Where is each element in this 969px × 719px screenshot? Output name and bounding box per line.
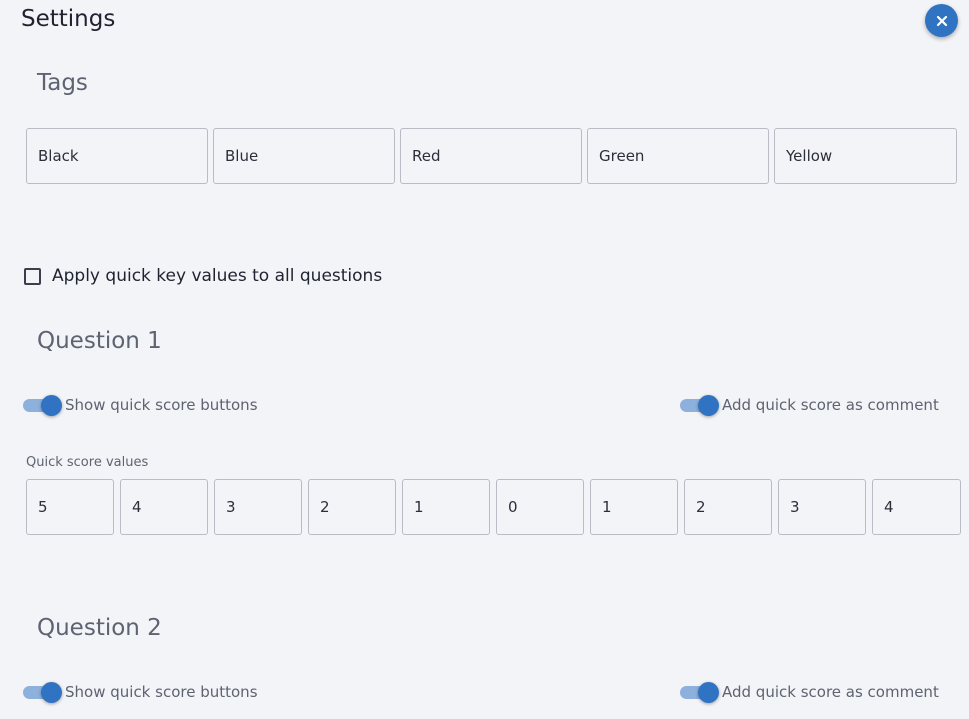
q2-show-buttons-toggle[interactable] <box>23 681 62 703</box>
tag-input-row <box>26 128 957 184</box>
q2-show-buttons-label: Show quick score buttons <box>65 683 258 701</box>
tag-input-2[interactable] <box>213 128 395 184</box>
score-input-4[interactable] <box>308 479 396 535</box>
question-1-heading: Question 1 <box>37 328 162 354</box>
q2-show-buttons-toggle-row[interactable]: Show quick score buttons <box>23 681 258 703</box>
toggle-knob <box>698 682 719 703</box>
page-title: Settings <box>21 6 116 32</box>
score-input-10[interactable] <box>872 479 961 535</box>
q2-add-comment-toggle-row[interactable]: Add quick score as comment <box>680 681 939 703</box>
q1-add-comment-toggle[interactable] <box>680 394 719 416</box>
q2-add-comment-label: Add quick score as comment <box>722 683 939 701</box>
q1-add-comment-toggle-row[interactable]: Add quick score as comment <box>680 394 939 416</box>
tag-input-1[interactable] <box>26 128 208 184</box>
tag-input-3[interactable] <box>400 128 582 184</box>
toggle-knob <box>41 682 62 703</box>
close-icon <box>936 15 947 26</box>
score-input-8[interactable] <box>684 479 772 535</box>
apply-all-label: Apply quick key values to all questions <box>52 266 383 286</box>
score-input-1[interactable] <box>26 479 114 535</box>
q1-show-buttons-label: Show quick score buttons <box>65 396 258 414</box>
q1-show-buttons-toggle[interactable] <box>23 394 62 416</box>
q1-show-buttons-toggle-row[interactable]: Show quick score buttons <box>23 394 258 416</box>
toggle-knob <box>41 395 62 416</box>
tag-input-5[interactable] <box>774 128 957 184</box>
score-input-2[interactable] <box>120 479 208 535</box>
score-input-6[interactable] <box>496 479 584 535</box>
settings-panel: Settings Tags Apply quick key values to … <box>0 0 969 719</box>
score-input-5[interactable] <box>402 479 490 535</box>
question-2-heading: Question 2 <box>37 615 162 641</box>
score-input-3[interactable] <box>214 479 302 535</box>
tags-heading: Tags <box>37 70 88 96</box>
score-input-7[interactable] <box>590 479 678 535</box>
tag-input-4[interactable] <box>587 128 769 184</box>
q1-add-comment-label: Add quick score as comment <box>722 396 939 414</box>
q1-score-values-row <box>26 479 961 535</box>
q1-score-values-label: Quick score values <box>26 455 149 470</box>
score-input-9[interactable] <box>778 479 866 535</box>
apply-all-checkbox[interactable] <box>24 267 41 285</box>
close-button[interactable] <box>925 4 958 37</box>
apply-all-checkbox-row[interactable]: Apply quick key values to all questions <box>24 266 382 286</box>
q2-add-comment-toggle[interactable] <box>680 681 719 703</box>
toggle-knob <box>698 395 719 416</box>
